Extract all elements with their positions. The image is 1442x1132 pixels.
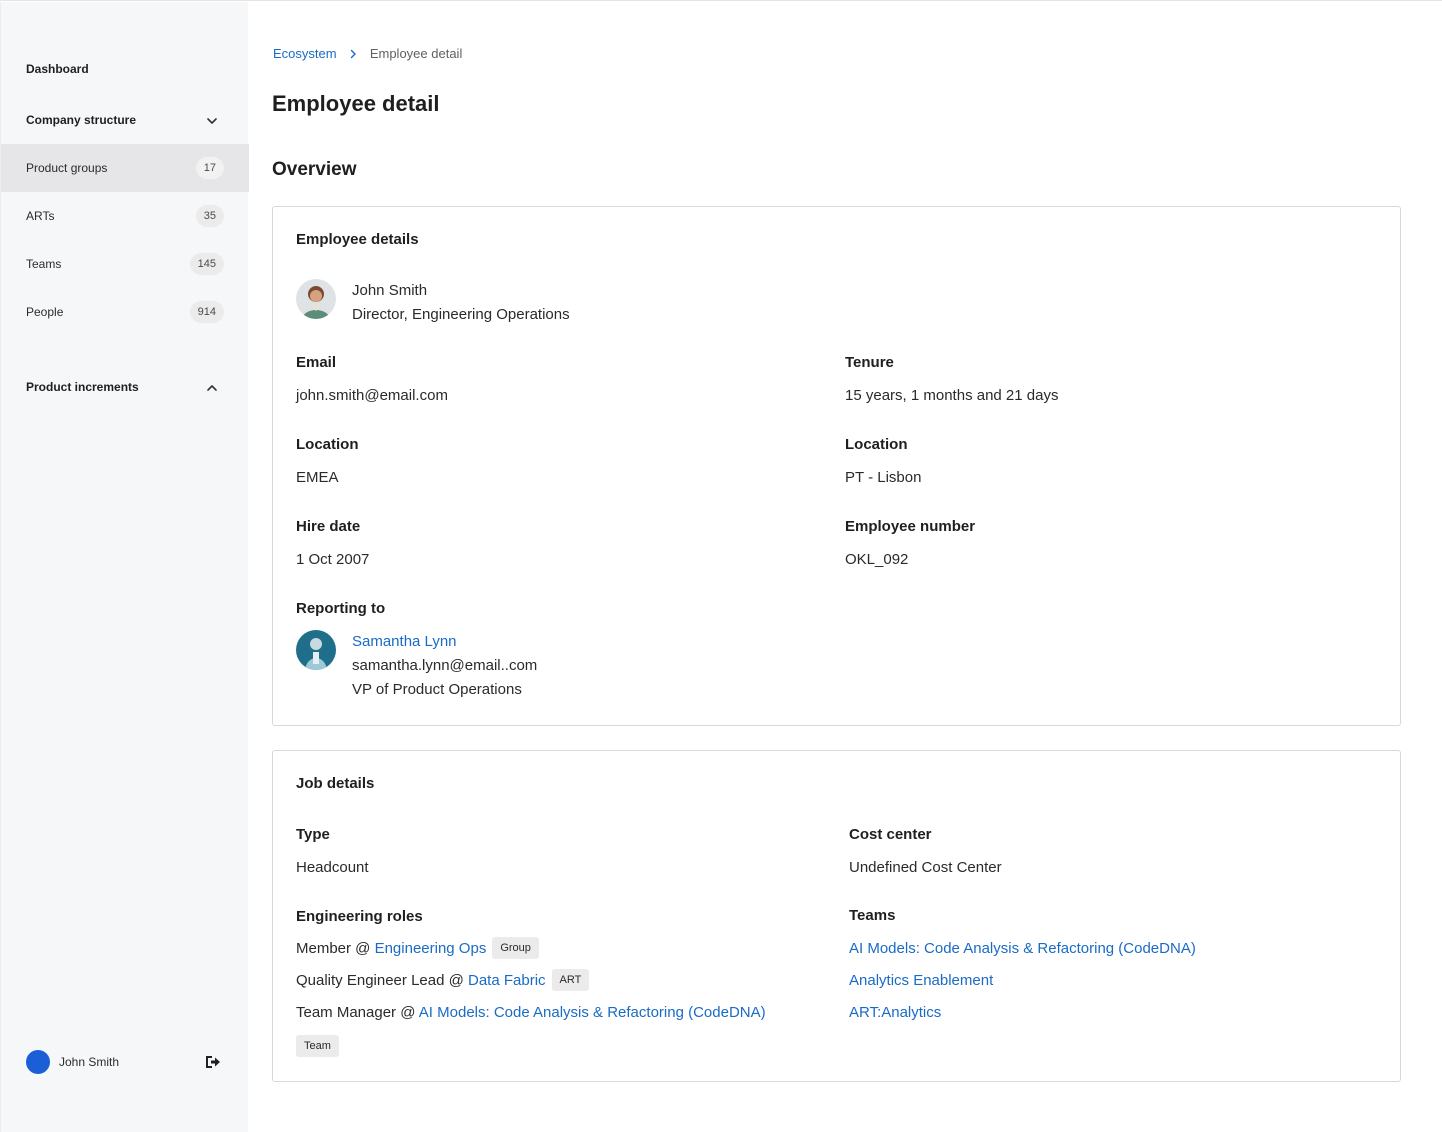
cost-center-value: Undefined Cost Center [849,859,1002,876]
employee-name: John Smith [352,282,428,299]
breadcrumb-link-ecosystem[interactable]: Ecosystem [273,46,337,61]
city-label: Location [845,436,908,453]
type-value: Headcount [296,859,369,876]
chevron-up-icon [207,385,217,391]
job-details-card: Job details Type Headcount Cost center U… [272,750,1401,1082]
breadcrumb: Ecosystem Employee detail [273,46,462,64]
user-name: John Smith [59,1055,120,1069]
team-link-analytics-enablement[interactable]: Analytics Enablement [849,972,993,989]
sidebar-item-people[interactable]: People 914 [1,288,249,336]
employee-number-label: Employee number [845,518,976,535]
sidebar-section-product-increments[interactable]: Product increments [1,372,249,402]
role-line: Team Manager @ AI Models: Code Analysis … [296,1001,766,1027]
region-label: Location [296,436,359,453]
employee-job-title: Director, Engineering Operations [352,306,570,323]
region-value: EMEA [296,469,339,486]
role-type-tag: Group [492,937,539,960]
count-badge: 914 [189,301,224,323]
employee-name-block: John Smith Director, Engineering Operati… [352,279,570,327]
role-prefix: Quality Engineer Lead @ [296,972,468,989]
count-badge: 145 [189,253,224,275]
sidebar-section-label: Company structure [26,113,137,127]
employee-number-value: OKL_092 [845,551,909,568]
app-frame: Dashboard Company structure Product grou… [0,0,1442,1132]
employee-profile: John Smith Director, Engineering Operati… [296,279,696,329]
sidebar-item-arts[interactable]: ARTs 35 [1,192,249,240]
role-link-engineering-ops[interactable]: Engineering Ops [375,940,487,957]
sidebar: Dashboard Company structure Product grou… [0,2,249,1132]
count-badge: 35 [195,205,224,227]
team-link-art-analytics[interactable]: ART:Analytics [849,1004,941,1021]
breadcrumb-current: Employee detail [369,46,463,61]
sidebar-section-company-structure[interactable]: Company structure [1,105,249,135]
sidebar-dashboard-link[interactable]: Dashboard [26,62,89,76]
avatar [296,279,336,319]
reporting-to-label: Reporting to [296,600,386,617]
sidebar-item-product-groups[interactable]: Product groups 17 [1,144,249,192]
role-line: Member @ Engineering Ops Group [296,937,539,963]
manager-info: Samantha Lynn samantha.lynn@email..com V… [352,630,537,702]
card-title: Job details [296,775,375,792]
role-prefix: Team Manager @ [296,1004,419,1021]
email-value: john.smith@email.com [296,387,448,404]
manager-name-link[interactable]: Samantha Lynn [352,630,537,654]
role-type-tag: Team [296,1035,339,1057]
sidebar-item-label: People [26,305,64,319]
role-link-codedna[interactable]: AI Models: Code Analysis & Refactoring (… [419,1004,766,1021]
sidebar-item-label: Product groups [26,161,108,175]
manager-title: VP of Product Operations [352,681,522,698]
manager-profile: Samantha Lynn samantha.lynn@email..com V… [296,630,696,706]
chevron-right-icon [351,49,356,58]
role-line: Quality Engineer Lead @ Data Fabric ART [296,969,590,995]
role-type-tag: ART [551,969,590,992]
sidebar-item-label: ARTs [26,209,55,223]
main-content: Ecosystem Employee detail Employee detai… [248,2,1442,1132]
sidebar-item-teams[interactable]: Teams 145 [1,240,249,288]
tenure-value: 15 years, 1 months and 21 days [845,387,1059,404]
sidebar-item-label: Teams [26,257,62,271]
logout-icon[interactable] [204,1053,222,1071]
engineering-roles-label: Engineering roles [296,908,423,925]
email-label: Email [296,354,337,371]
manager-email: samantha.lynn@email..com [352,657,538,674]
hire-date-value: 1 Oct 2007 [296,551,370,568]
team-link-codedna[interactable]: AI Models: Code Analysis & Refactoring (… [849,940,1196,957]
chevron-down-icon [207,118,217,124]
card-title: Employee details [296,231,419,248]
teams-label: Teams [849,907,896,924]
type-label: Type [296,826,330,843]
avatar[interactable] [26,1050,50,1074]
city-value: PT - Lisbon [845,469,922,486]
role-prefix: Member @ [296,940,375,957]
role-link-data-fabric[interactable]: Data Fabric [468,972,546,989]
employee-details-card: Employee details John Smith Director, En… [272,206,1401,726]
avatar [296,630,336,670]
sidebar-section-label: Product increments [26,380,139,394]
sidebar-user: John Smith [26,1050,226,1074]
tenure-label: Tenure [845,354,894,371]
page-title: Employee detail [272,91,440,116]
section-title-overview: Overview [272,159,357,180]
hire-date-label: Hire date [296,518,361,535]
cost-center-label: Cost center [849,826,932,843]
count-badge: 17 [195,157,224,179]
